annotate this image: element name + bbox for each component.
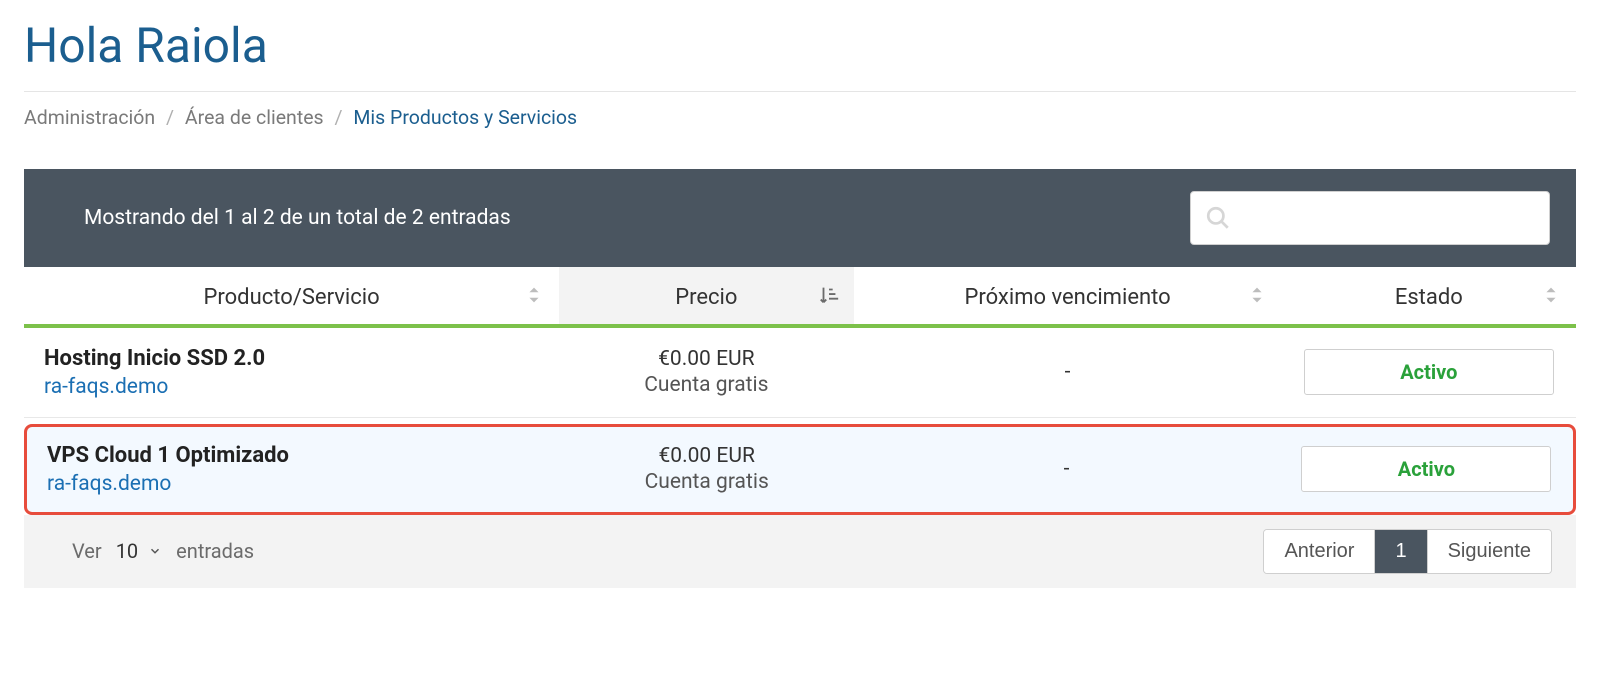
product-domain[interactable]: ra-faqs.demo <box>44 375 539 399</box>
col-status-label: Estado <box>1395 285 1463 310</box>
showing-entries-text: Mostrando del 1 al 2 de un total de 2 en… <box>84 206 511 230</box>
col-next-due-label: Próximo vencimiento <box>964 285 1170 310</box>
price: €0.00 EUR <box>579 347 833 371</box>
col-price[interactable]: Precio <box>559 267 853 324</box>
pagination: Anterior 1 Siguiente <box>1263 529 1552 574</box>
price-sub: Cuenta gratis <box>580 470 833 494</box>
col-status[interactable]: Estado <box>1282 267 1576 324</box>
products-table: Mostrando del 1 al 2 de un total de 2 en… <box>24 169 1576 588</box>
status-badge[interactable]: Activo <box>1301 446 1551 492</box>
page-title: Hola Raiola <box>24 20 1576 73</box>
col-product-label: Producto/Servicio <box>204 285 380 310</box>
divider <box>24 91 1576 92</box>
chevron-down-icon <box>148 539 162 563</box>
product-name: VPS Cloud 1 Optimizado <box>47 443 540 468</box>
price: €0.00 EUR <box>580 444 833 468</box>
entries-per-page: Ver 10 entradas <box>72 535 254 567</box>
breadcrumb-separator: / <box>334 106 342 129</box>
ver-label: Ver <box>72 539 102 563</box>
search-box[interactable] <box>1190 191 1550 245</box>
status-badge[interactable]: Activo <box>1304 349 1554 395</box>
sort-asc-icon <box>818 284 840 306</box>
breadcrumb-separator: / <box>166 106 174 129</box>
entries-select[interactable]: 10 <box>110 535 168 567</box>
col-price-label: Precio <box>675 285 737 310</box>
search-input[interactable] <box>1241 192 1549 244</box>
search-icon <box>1205 205 1231 231</box>
prev-button[interactable]: Anterior <box>1264 530 1374 573</box>
entries-value: 10 <box>116 539 138 563</box>
next-due: - <box>853 441 1279 497</box>
breadcrumb: Administración / Área de clientes / Mis … <box>24 106 1576 129</box>
table-row[interactable]: VPS Cloud 1 Optimizado ra-faqs.demo €0.0… <box>24 424 1576 515</box>
product-name: Hosting Inicio SSD 2.0 <box>44 346 539 371</box>
table-topbar: Mostrando del 1 al 2 de un total de 2 en… <box>24 169 1576 267</box>
col-next-due[interactable]: Próximo vencimiento <box>854 267 1282 324</box>
breadcrumb-item[interactable]: Área de clientes <box>185 106 324 129</box>
next-button[interactable]: Siguiente <box>1427 530 1551 573</box>
sort-icon <box>1540 284 1562 306</box>
table-footer: Ver 10 entradas Anterior 1 Siguiente <box>24 515 1576 588</box>
table-header-row: Producto/Servicio Precio Próximo vencimi… <box>24 267 1576 328</box>
page-number-button[interactable]: 1 <box>1374 530 1426 573</box>
product-domain[interactable]: ra-faqs.demo <box>47 472 540 496</box>
price-sub: Cuenta gratis <box>579 373 833 397</box>
sort-icon <box>523 284 545 306</box>
table-row[interactable]: Hosting Inicio SSD 2.0 ra-faqs.demo €0.0… <box>24 328 1576 418</box>
breadcrumb-current: Mis Productos y Servicios <box>353 106 577 129</box>
breadcrumb-item[interactable]: Administración <box>24 106 155 129</box>
col-product[interactable]: Producto/Servicio <box>24 267 559 324</box>
sort-icon <box>1246 284 1268 306</box>
next-due: - <box>854 342 1282 402</box>
entradas-label: entradas <box>176 539 254 563</box>
